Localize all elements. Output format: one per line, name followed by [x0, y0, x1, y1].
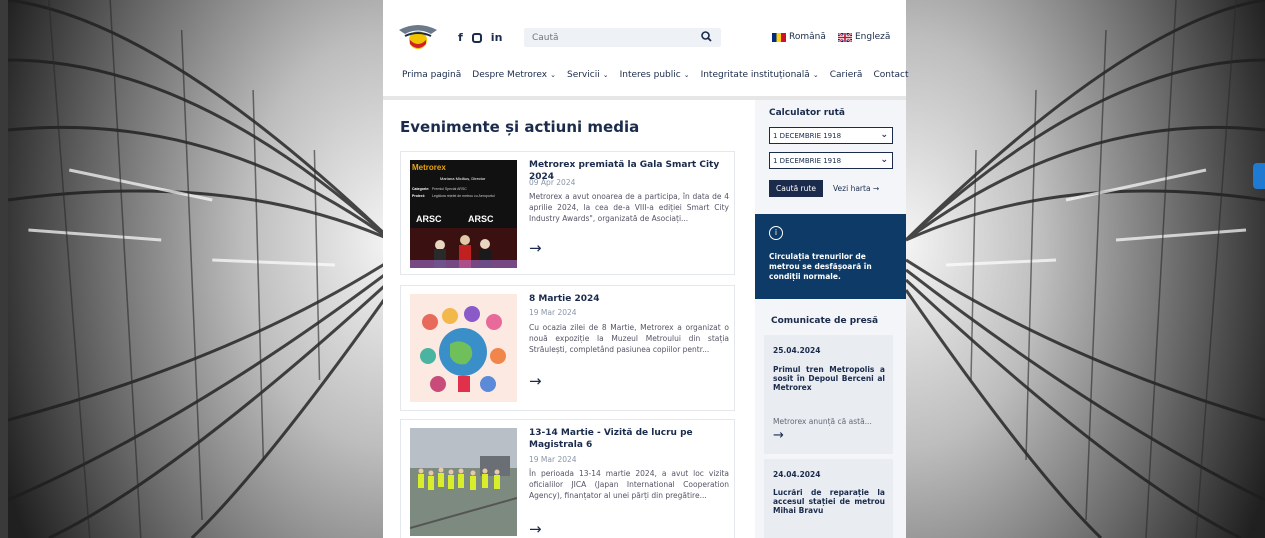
search-box: [524, 28, 721, 47]
press-release-card[interactable]: 25.04.2024 Primul tren Metropolis a sosi…: [764, 335, 893, 454]
chevron-down-icon: ⌄: [550, 71, 556, 79]
chevron-down-icon: ⌄: [683, 71, 690, 79]
info-icon: i: [769, 226, 783, 240]
thumb-text: Categorie:: [412, 187, 429, 191]
nav-label: Integritate instituțională: [700, 70, 810, 80]
event-date: 19 Mar 2024: [529, 308, 577, 317]
nav-label: Prima pagină: [402, 70, 462, 80]
chevron-down-icon: ⌄: [880, 130, 888, 140]
event-date: 09 Apr 2024: [529, 178, 576, 187]
route-from-select[interactable]: 1 DECEMBRIE 1918 ⌄: [769, 127, 893, 144]
event-title[interactable]: 8 Martie 2024: [529, 293, 729, 305]
press-release-snippet: Metrorex anunță că astă...: [773, 417, 872, 426]
tunnel-photo-right: [906, 0, 1265, 538]
service-status-text: Circulația trenurilor de metrou se desfă…: [769, 252, 872, 281]
nav-label: Despre Metrorex: [472, 70, 548, 80]
lang-romanian-label: Română: [789, 32, 826, 42]
nav-item-home[interactable]: Prima pagină: [402, 70, 461, 80]
press-release-date: 24.04.2024: [773, 470, 821, 479]
page-column: f in Română Engleză Prima pagină Despre …: [383, 0, 908, 538]
uk-flag-icon: [838, 32, 852, 42]
thumb-text: ARSC: [468, 214, 494, 224]
lang-romanian[interactable]: Română: [772, 32, 826, 42]
route-from-value: 1 DECEMBRIE 1918: [773, 132, 842, 140]
arrow-right-icon[interactable]: →: [529, 372, 542, 390]
search-icon[interactable]: [701, 31, 712, 42]
romania-flag-icon: [772, 32, 786, 42]
thumb-text: Proiect:: [412, 194, 425, 198]
sidebar: Calculator rută 1 DECEMBRIE 1918 ⌄ 1 DEC…: [755, 100, 906, 538]
page-title: Evenimente și actiuni media: [400, 118, 640, 136]
search-input[interactable]: [524, 32, 694, 43]
site-header: f in Română Engleză Prima pagină Despre …: [383, 0, 908, 100]
lang-english[interactable]: Engleză: [838, 32, 890, 42]
event-card[interactable]: Metrorex Mariana Miclăuș, Director Categ…: [400, 151, 735, 275]
thumb-brand-text: Metrorex: [412, 163, 446, 172]
main-nav: Prima pagină Despre Metrorex ⌄ Servicii ⌄ …: [402, 70, 919, 80]
social-links: f in: [458, 31, 502, 45]
floating-help-tab[interactable]: [1253, 163, 1265, 189]
event-date: 19 Mar 2024: [529, 455, 577, 464]
route-calculator-title: Calculator rută: [769, 108, 845, 118]
nav-item-contact[interactable]: Contact: [873, 70, 908, 80]
nav-item-career[interactable]: Carieră: [830, 70, 863, 80]
nav-item-services[interactable]: Servicii ⌄: [567, 70, 609, 80]
nav-label: Carieră: [829, 70, 863, 80]
thumb-text: ARSC: [416, 214, 442, 224]
nav-label: Contact: [873, 70, 909, 80]
chevron-down-icon: ⌄: [812, 71, 819, 79]
metrorex-logo[interactable]: [397, 22, 439, 56]
event-thumbnail: Metrorex Mariana Miclăuș, Director Categ…: [410, 160, 517, 268]
instagram-icon[interactable]: [471, 33, 482, 43]
press-release-date: 25.04.2024: [773, 346, 821, 355]
event-description: Metrorex a avut onoarea de a participa, …: [529, 192, 729, 223]
event-description: Cu ocazia zilei de 8 Martie, Metrorex a …: [529, 323, 729, 354]
nav-item-about[interactable]: Despre Metrorex ⌄: [472, 70, 556, 80]
event-description: În perioada 13-14 martie 2024, a avut lo…: [529, 469, 729, 500]
service-status-panel: i Circulația trenurilor de metrou se des…: [755, 214, 906, 299]
route-to-value: 1 DECEMBRIE 1918: [773, 157, 842, 165]
event-card[interactable]: 13-14 Martie - Vizită de lucru pe Magist…: [400, 419, 735, 538]
chevron-down-icon: ⌄: [880, 155, 888, 165]
press-release-title[interactable]: Primul tren Metropolis a sosit în Depoul…: [773, 365, 885, 392]
event-thumbnail: [410, 294, 517, 402]
thumb-text: Legătura rețelei de metrou cu Aeroportul: [432, 194, 495, 198]
press-release-title[interactable]: Lucrări de reparație la accesul stației …: [773, 488, 885, 515]
view-map-link[interactable]: Vezi harta →: [833, 180, 879, 197]
press-releases-title: Comunicate de presă: [771, 316, 879, 326]
search-routes-button[interactable]: Caută rute: [769, 180, 823, 197]
event-card[interactable]: 8 Martie 2024 19 Mar 2024 Cu ocazia zile…: [400, 285, 735, 411]
nav-label: Servicii: [566, 70, 600, 80]
facebook-icon[interactable]: f: [458, 31, 463, 45]
arrow-right-icon[interactable]: →: [529, 239, 542, 257]
arrow-right-icon[interactable]: →: [529, 520, 542, 538]
press-release-card[interactable]: 24.04.2024 Lucrări de reparație la acces…: [764, 459, 893, 538]
linkedin-icon[interactable]: in: [491, 31, 503, 45]
nav-item-public-interest[interactable]: Interes public ⌄: [620, 70, 690, 80]
nav-item-integrity[interactable]: Integritate instituțională ⌄: [701, 70, 819, 80]
tunnel-photo-left: [8, 0, 391, 538]
thumb-text: Premiul Special ARSC: [432, 187, 467, 191]
event-thumbnail: [410, 428, 517, 536]
chevron-down-icon: ⌄: [602, 71, 609, 79]
event-title[interactable]: 13-14 Martie - Vizită de lucru pe Magist…: [529, 427, 729, 451]
arrow-right-icon[interactable]: →: [773, 428, 784, 443]
thumb-text: Mariana Miclăuș, Director: [440, 176, 486, 181]
route-to-select[interactable]: 1 DECEMBRIE 1918 ⌄: [769, 152, 893, 169]
events-section: Evenimente și actiuni media Metrorex Mar…: [383, 100, 755, 538]
nav-label: Interes public: [619, 70, 681, 80]
lang-english-label: Engleză: [855, 32, 891, 42]
